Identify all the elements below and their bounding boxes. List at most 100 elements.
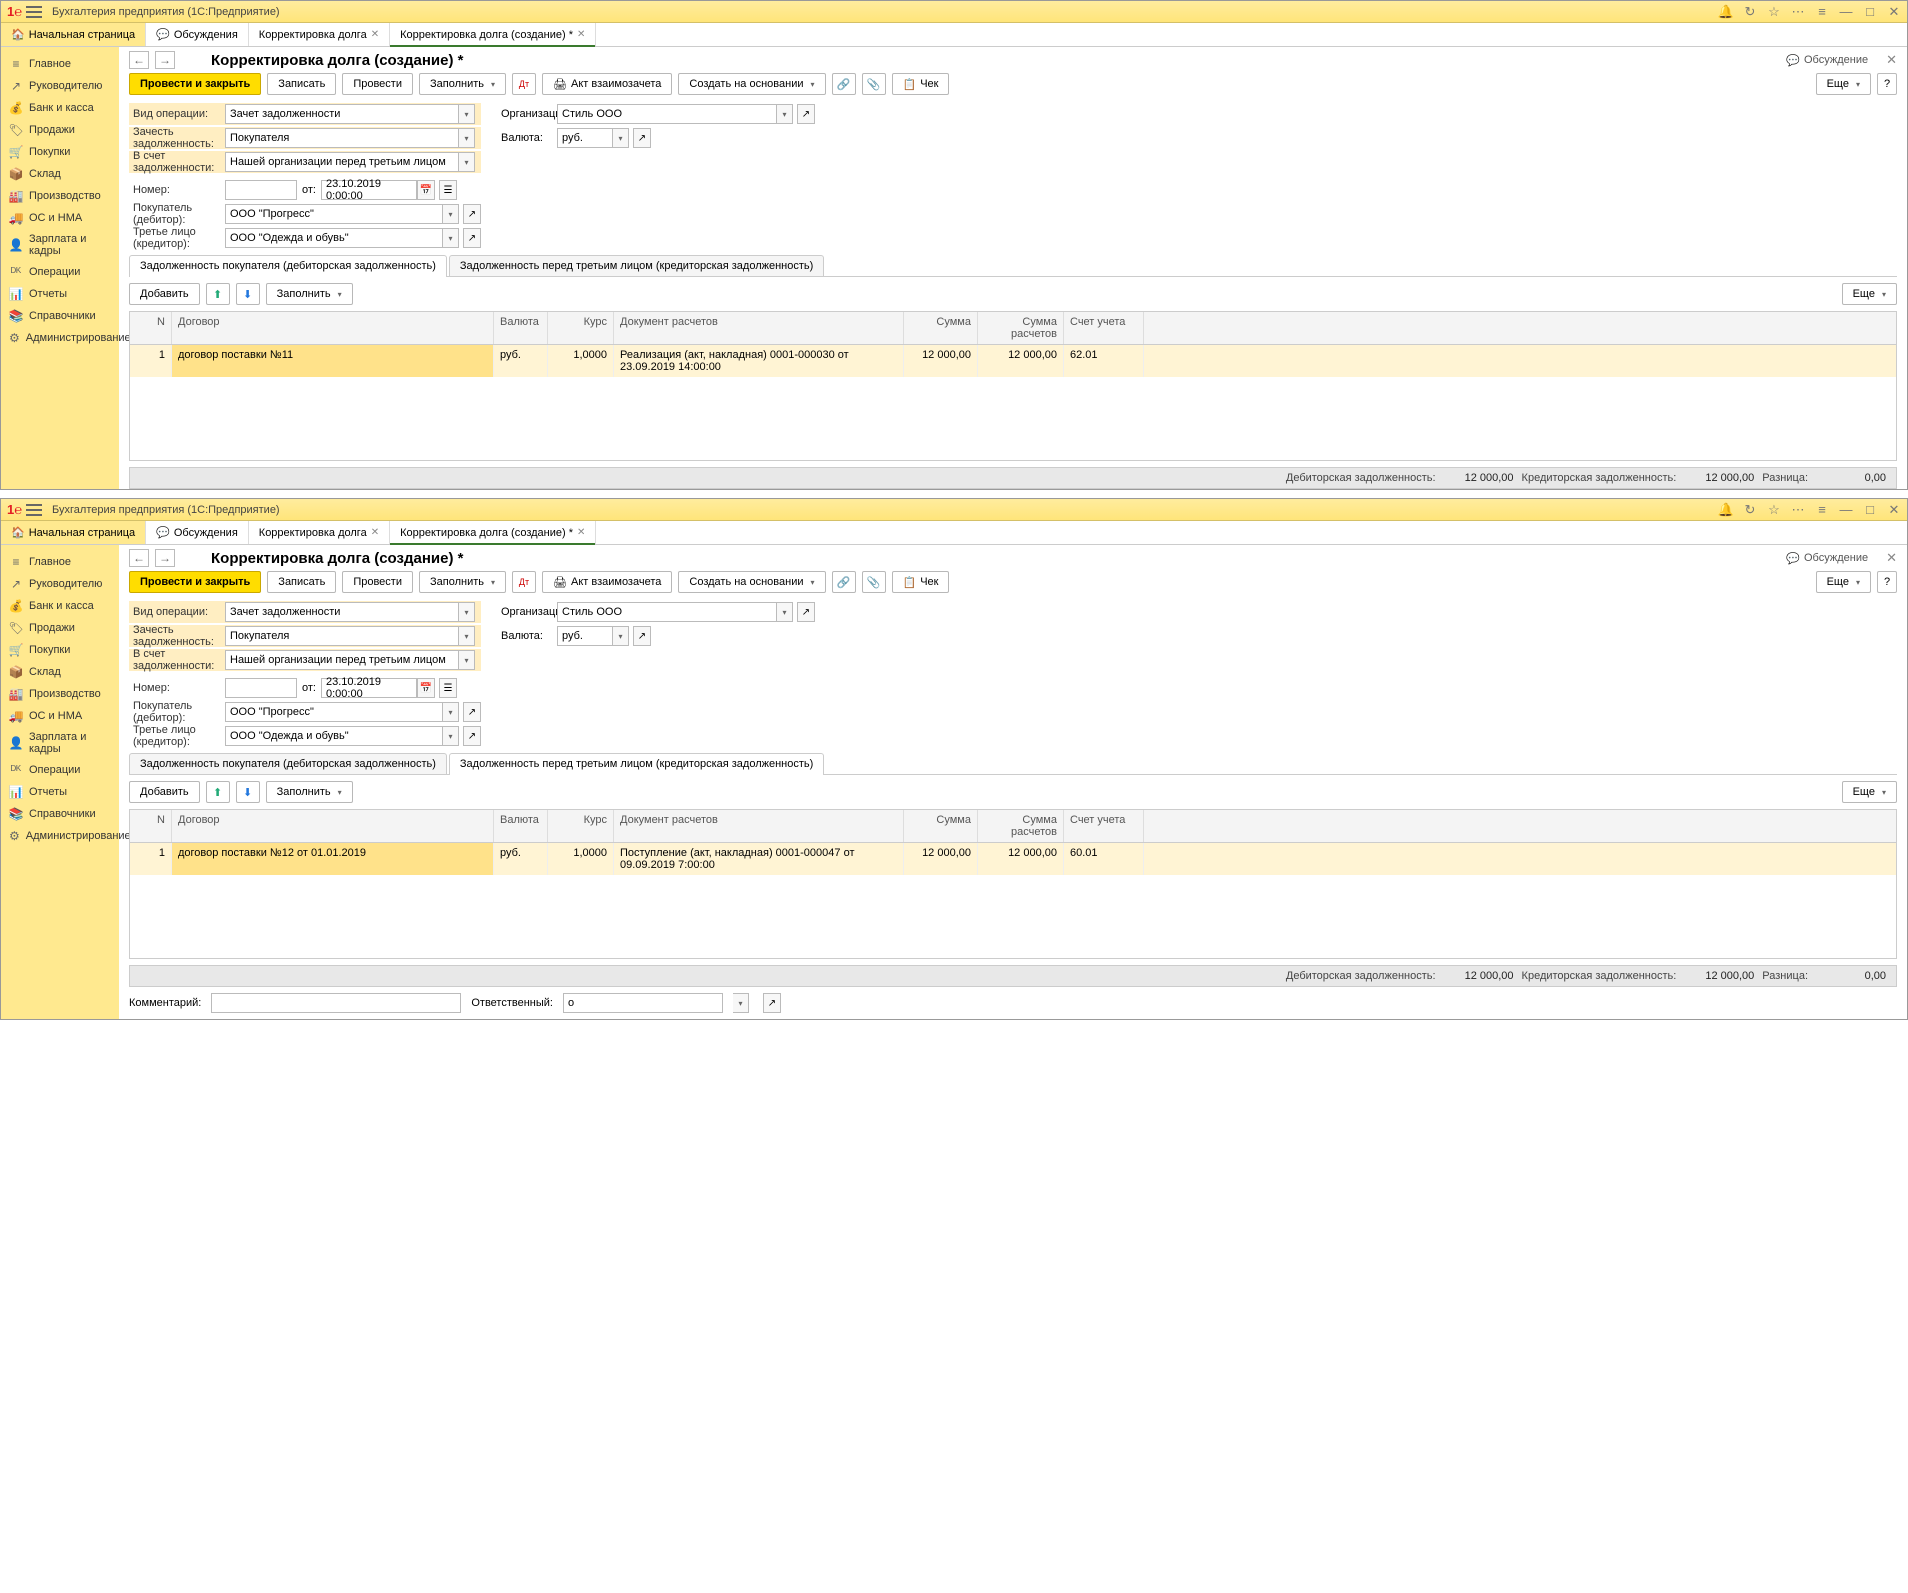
bell-icon[interactable]: 🔔 [1719, 503, 1733, 517]
org-select[interactable]: Стиль ООО [557, 104, 777, 124]
col-doc[interactable]: Документ расчетов [614, 810, 904, 842]
tab-home[interactable]: 🏠 Начальная страница [1, 23, 146, 46]
more-button[interactable]: Еще [1816, 73, 1871, 95]
open-ref-icon[interactable]: ↗ [463, 228, 481, 248]
nav-back-button[interactable]: ← [129, 51, 149, 69]
chevron-down-icon[interactable]: ▾ [443, 204, 459, 224]
col-sum[interactable]: Сумма [904, 810, 978, 842]
subtab-receivable[interactable]: Задолженность покупателя (дебиторская за… [129, 753, 447, 774]
col-sum-calc[interactable]: Сумма расчетов [978, 312, 1064, 344]
move-down-button[interactable]: ⬇ [236, 283, 260, 305]
fill-grid-button[interactable]: Заполнить [266, 283, 353, 305]
col-rate[interactable]: Курс [548, 312, 614, 344]
col-contract[interactable]: Договор [172, 312, 494, 344]
chevron-down-icon[interactable]: ▾ [733, 993, 749, 1013]
open-ref-icon[interactable]: ↗ [763, 993, 781, 1013]
sidebar-item-assets[interactable]: 🚚ОС и НМА [1, 207, 119, 229]
star-icon[interactable]: ☆ [1767, 503, 1781, 517]
subtab-payable[interactable]: Задолженность перед третьим лицом (креди… [449, 753, 824, 774]
post-button[interactable]: Провести [342, 73, 413, 95]
offset-select[interactable]: Покупателя [225, 626, 459, 646]
chevron-down-icon[interactable]: ▾ [443, 726, 459, 746]
bell-icon[interactable]: 🔔 [1719, 5, 1733, 19]
chevron-down-icon[interactable]: ▾ [443, 228, 459, 248]
dk-button[interactable]: Дт [512, 73, 536, 95]
sidebar-item-bank[interactable]: 💰Банк и касса [1, 595, 119, 617]
settings-icon[interactable]: ≡ [1815, 503, 1829, 517]
grid-more-button[interactable]: Еще [1842, 781, 1897, 803]
chevron-down-icon[interactable]: ▾ [459, 650, 475, 670]
comment-input[interactable] [211, 993, 461, 1013]
dk-button[interactable]: Дт [512, 571, 536, 593]
move-up-button[interactable]: ⬆ [206, 781, 230, 803]
create-on-button[interactable]: Создать на основании [678, 73, 825, 95]
tab-close-icon[interactable]: ✕ [371, 29, 379, 40]
discuss-button[interactable]: 💬 Обсуждение [1786, 552, 1868, 565]
close-panel-icon[interactable]: ✕ [1886, 550, 1897, 566]
check-button[interactable]: 📋 Чек [892, 73, 950, 95]
subtab-payable[interactable]: Задолженность перед третьим лицом (креди… [449, 255, 824, 276]
col-sum[interactable]: Сумма [904, 312, 978, 344]
maximize-icon[interactable]: □ [1863, 5, 1877, 19]
close-icon[interactable]: ✕ [1887, 5, 1901, 19]
date-open-icon[interactable]: ☰ [439, 180, 457, 200]
col-sum-calc[interactable]: Сумма расчетов [978, 810, 1064, 842]
tab-debt-adj-create[interactable]: Корректировка долга (создание) *✕ [390, 23, 596, 46]
add-button[interactable]: Добавить [129, 283, 200, 305]
menu-icon[interactable] [26, 6, 42, 18]
buyer-select[interactable]: ООО "Прогресс" [225, 702, 443, 722]
settings-icon[interactable]: ≡ [1815, 5, 1829, 19]
sidebar-item-refs[interactable]: 📚Справочники [1, 305, 119, 327]
nav-forward-button[interactable]: → [155, 549, 175, 567]
open-ref-icon[interactable]: ↗ [463, 726, 481, 746]
chevron-down-icon[interactable]: ▾ [459, 104, 475, 124]
currency-select[interactable]: руб. [557, 626, 613, 646]
sidebar-item-production[interactable]: 🏭Производство [1, 185, 119, 207]
resp-select[interactable]: о [563, 993, 723, 1013]
op-type-select[interactable]: Зачет задолженности [225, 602, 459, 622]
fill-button[interactable]: Заполнить [419, 571, 506, 593]
chevron-down-icon[interactable]: ▾ [459, 626, 475, 646]
open-ref-icon[interactable]: ↗ [633, 128, 651, 148]
col-account[interactable]: Счет учета [1064, 312, 1144, 344]
ellipsis-icon[interactable]: ⋯ [1791, 5, 1805, 19]
post-close-button[interactable]: Провести и закрыть [129, 73, 261, 95]
attach-button[interactable]: 📎 [862, 571, 886, 593]
col-rate[interactable]: Курс [548, 810, 614, 842]
tab-close-icon[interactable]: ✕ [371, 527, 379, 538]
col-contract[interactable]: Договор [172, 810, 494, 842]
tab-close-icon[interactable]: ✕ [577, 527, 585, 538]
sidebar-item-hr[interactable]: 👤Зарплата и кадры [1, 229, 119, 261]
sidebar-item-main[interactable]: ≡Главное [1, 53, 119, 75]
col-doc[interactable]: Документ расчетов [614, 312, 904, 344]
table-row[interactable]: 1 договор поставки №11 руб. 1,0000 Реали… [130, 345, 1896, 377]
close-panel-icon[interactable]: ✕ [1886, 52, 1897, 68]
tab-home[interactable]: 🏠 Начальная страница [1, 521, 146, 544]
more-button[interactable]: Еще [1816, 571, 1871, 593]
nav-forward-button[interactable]: → [155, 51, 175, 69]
fill-grid-button[interactable]: Заполнить [266, 781, 353, 803]
chevron-down-icon[interactable]: ▾ [613, 626, 629, 646]
act-button[interactable]: 🖨 Акт взаимозачета [542, 73, 672, 95]
move-down-button[interactable]: ⬇ [236, 781, 260, 803]
org-select[interactable]: Стиль ООО [557, 602, 777, 622]
sidebar-item-warehouse[interactable]: 📦Склад [1, 163, 119, 185]
history-icon[interactable]: ↻ [1743, 5, 1757, 19]
col-account[interactable]: Счет учета [1064, 810, 1144, 842]
close-icon[interactable]: ✕ [1887, 503, 1901, 517]
link-button[interactable]: 🔗 [832, 571, 856, 593]
help-button[interactable]: ? [1877, 73, 1897, 95]
sidebar-item-operations[interactable]: ᴰᴷОперации [1, 759, 119, 781]
sidebar-item-reports[interactable]: 📊Отчеты [1, 283, 119, 305]
open-ref-icon[interactable]: ↗ [633, 626, 651, 646]
date-open-icon[interactable]: ☰ [439, 678, 457, 698]
open-ref-icon[interactable]: ↗ [797, 104, 815, 124]
chevron-down-icon[interactable]: ▾ [459, 602, 475, 622]
date-input[interactable]: 23.10.2019 0:00:00 [321, 180, 417, 200]
calendar-icon[interactable]: 📅 [417, 180, 435, 200]
col-n[interactable]: N [130, 312, 172, 344]
currency-select[interactable]: руб. [557, 128, 613, 148]
tab-debt-adj[interactable]: Корректировка долга✕ [249, 23, 390, 46]
chevron-down-icon[interactable]: ▾ [777, 104, 793, 124]
against-select[interactable]: Нашей организации перед третьим лицом [225, 152, 459, 172]
